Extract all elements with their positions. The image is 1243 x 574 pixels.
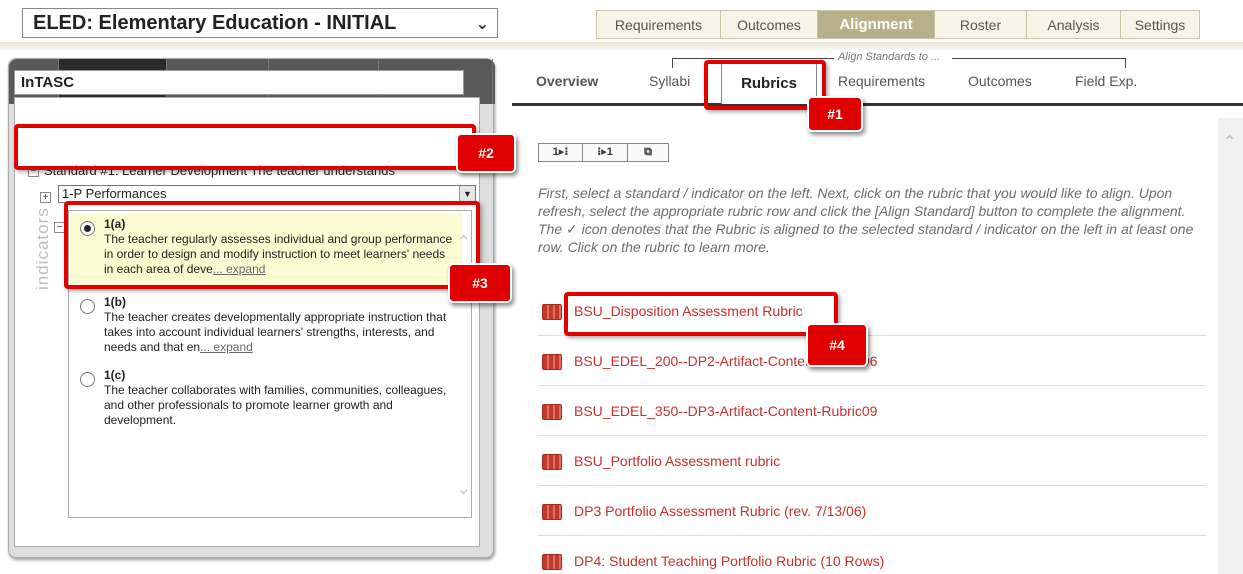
header-band (0, 42, 1243, 50)
rubric-link[interactable]: DP4: Student Teaching Portfolio Rubric (… (574, 553, 884, 569)
callout-tag-4: #4 (806, 323, 868, 367)
rubric-grid-icon (542, 354, 562, 370)
tab-outcomes[interactable]: Outcomes (721, 10, 818, 39)
rubric-item[interactable]: BSU_EDEL_350--DP3-Artifact-Content-Rubri… (538, 386, 1206, 436)
radio-unselected[interactable] (80, 372, 95, 387)
indicator-item[interactable]: 1(c) The teacher collaborates with famil… (70, 364, 462, 436)
copy-icon[interactable]: ⧉ (628, 143, 669, 162)
scroll-down-icon[interactable]: ⌄ (456, 478, 471, 499)
rubric-grid-icon (542, 304, 562, 320)
tab-analysis[interactable]: Analysis (1027, 10, 1121, 39)
rubric-grid-icon (542, 554, 562, 570)
expand-icon[interactable]: + (40, 192, 51, 203)
rubric-link[interactable]: BSU_Portfolio Assessment rubric (574, 453, 780, 469)
callout-box-rubric (564, 292, 838, 336)
rubric-grid-icon (542, 404, 562, 420)
indicator-code: 1(c) (104, 368, 126, 382)
chevron-down-icon: ▼ (459, 186, 475, 202)
view-one-to-many-button[interactable]: 1▸⁝ (538, 143, 583, 162)
scroll-up-icon[interactable]: ⌃ (1223, 132, 1236, 152)
program-select[interactable]: ELED: Elementary Education - INITIAL ⌄ (22, 8, 498, 38)
view-many-to-one-button[interactable]: ⁝▸1 (583, 143, 628, 162)
nav-requirements[interactable]: Requirements (838, 73, 925, 89)
rubric-link[interactable]: BSU_EDEL_350--DP3-Artifact-Content-Rubri… (574, 403, 877, 419)
indicator-text: The teacher creates developmentally appr… (104, 310, 464, 355)
rubric-grid-icon (542, 454, 562, 470)
callout-tag-3: #3 (448, 263, 512, 303)
indicator-code: 1(b) (104, 295, 126, 309)
indicator-text: The teacher collaborates with families, … (104, 383, 447, 427)
view-buttons: 1▸⁝ ⁝▸1 ⧉ (538, 143, 669, 162)
expand-link[interactable]: ... expand (200, 340, 253, 354)
radio-unselected[interactable] (80, 299, 95, 314)
nav-overview[interactable]: Overview (536, 73, 598, 89)
program-title: ELED: Elementary Education - INITIAL (33, 11, 397, 34)
tab-roster[interactable]: Roster (935, 10, 1027, 39)
standard-set-select[interactable]: InTASC (14, 70, 464, 95)
performance-select-value: 1-P Performances (62, 186, 167, 201)
indicators-label: indicators (33, 207, 52, 290)
rubric-item[interactable]: DP4: Student Teaching Portfolio Rubric (… (538, 536, 1206, 574)
tab-requirements[interactable]: Requirements (596, 10, 721, 39)
align-standards-label: Align Standards to ... (838, 51, 941, 63)
rubric-link[interactable]: DP3 Portfolio Assessment Rubric (rev. 7/… (574, 503, 866, 519)
bracket-line (952, 58, 1126, 68)
chevron-down-icon: ⌄ (475, 16, 489, 33)
callout-tag-2: #2 (456, 133, 516, 173)
sub-nav-underline (512, 103, 1243, 106)
indicator-text-body: The teacher creates developmentally appr… (104, 310, 447, 354)
nav-outcomes[interactable]: Outcomes (968, 73, 1032, 89)
indicator-item[interactable]: 1(b) The teacher creates developmentally… (70, 291, 462, 363)
rubric-item[interactable]: DP3 Portfolio Assessment Rubric (rev. 7/… (538, 486, 1206, 536)
instructions-text: First, select a standard / indicator on … (538, 185, 1194, 255)
tab-alignment[interactable]: Alignment (818, 10, 935, 39)
rubric-item[interactable]: BSU_Portfolio Assessment rubric (538, 436, 1206, 486)
callout-tag-1: #1 (807, 96, 863, 132)
callout-box-indicator (64, 201, 480, 289)
scrollbar[interactable]: ⌃ (1218, 118, 1243, 574)
nav-field-exp[interactable]: Field Exp. (1075, 73, 1137, 89)
top-tabs: Requirements Outcomes Alignment Roster A… (596, 10, 1200, 39)
tab-settings[interactable]: Settings (1121, 10, 1200, 39)
nav-syllabi[interactable]: Syllabi (649, 73, 690, 89)
rubric-grid-icon (542, 504, 562, 520)
rubric-item[interactable]: BSU_EDEL_200--DP2-Artifact-Content-Rubri… (538, 336, 1206, 386)
callout-box-standard-set (14, 124, 476, 170)
